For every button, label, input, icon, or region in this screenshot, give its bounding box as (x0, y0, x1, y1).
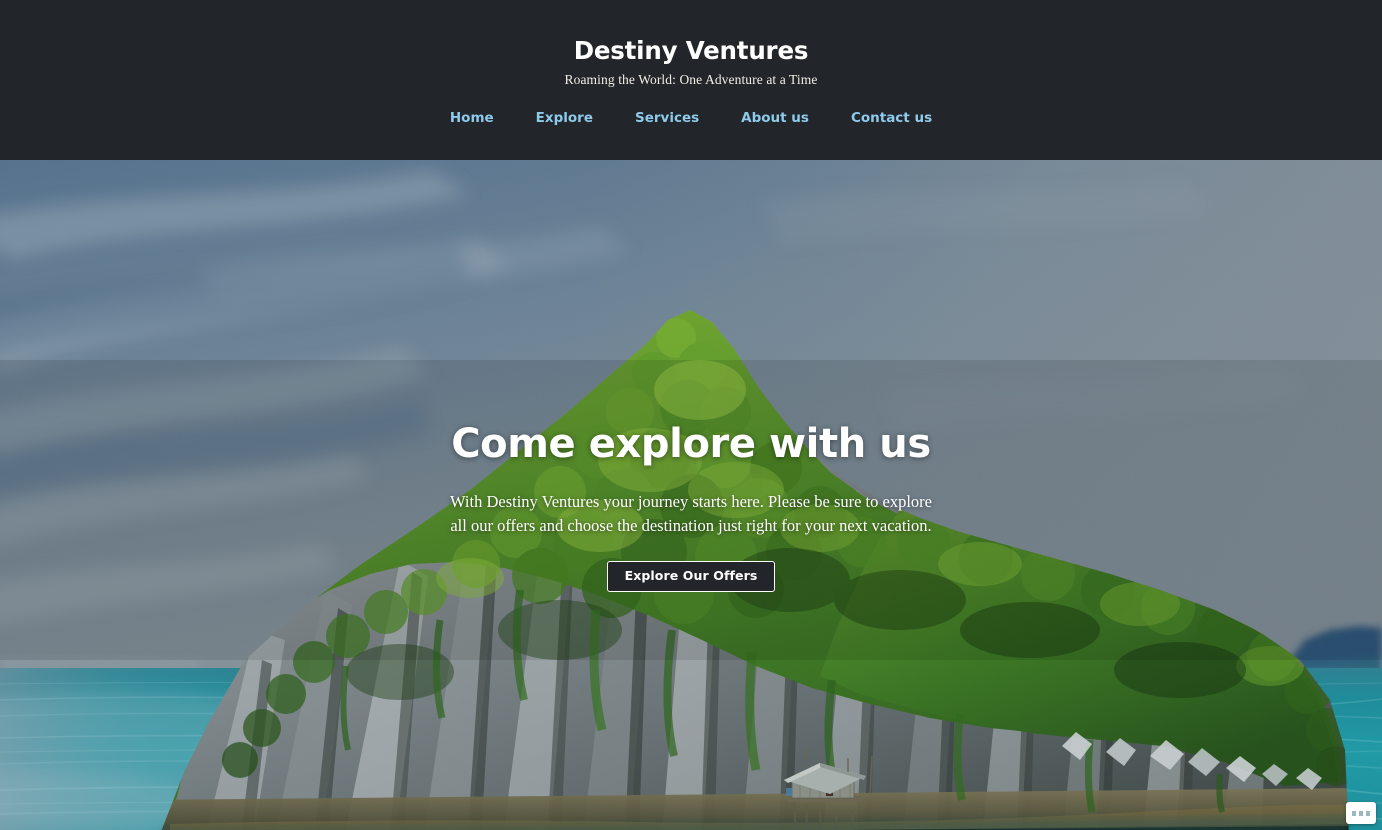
site-title: Destiny Ventures (573, 36, 809, 65)
hero-heading: Come explore with us (451, 421, 931, 467)
nav-link-about-us[interactable]: About us (720, 110, 830, 126)
hero-paragraph: With Destiny Ventures your journey start… (450, 491, 932, 535)
nav-link-home[interactable]: Home (450, 110, 515, 126)
ellipsis-horizontal-icon[interactable] (1346, 802, 1376, 824)
main-navigation: Home Explore Services About us Contact u… (450, 110, 932, 126)
hero-content: Come explore with us With Destiny Ventur… (0, 160, 1382, 830)
site-tagline: Roaming the World: One Adventure at a Ti… (564, 71, 818, 87)
ellipsis-dot-1 (1352, 810, 1356, 816)
ellipsis-dot-2 (1359, 810, 1363, 816)
site-header: Destiny Ventures Roaming the World: One … (0, 0, 1382, 160)
nav-link-services[interactable]: Services (614, 110, 720, 126)
nav-link-explore[interactable]: Explore (515, 110, 614, 126)
hero-section: Come explore with us With Destiny Ventur… (0, 160, 1382, 830)
ellipsis-dot-3 (1366, 810, 1370, 816)
explore-our-offers-button[interactable]: Explore Our Offers (606, 560, 776, 593)
nav-link-contact-us[interactable]: Contact us (830, 110, 932, 126)
